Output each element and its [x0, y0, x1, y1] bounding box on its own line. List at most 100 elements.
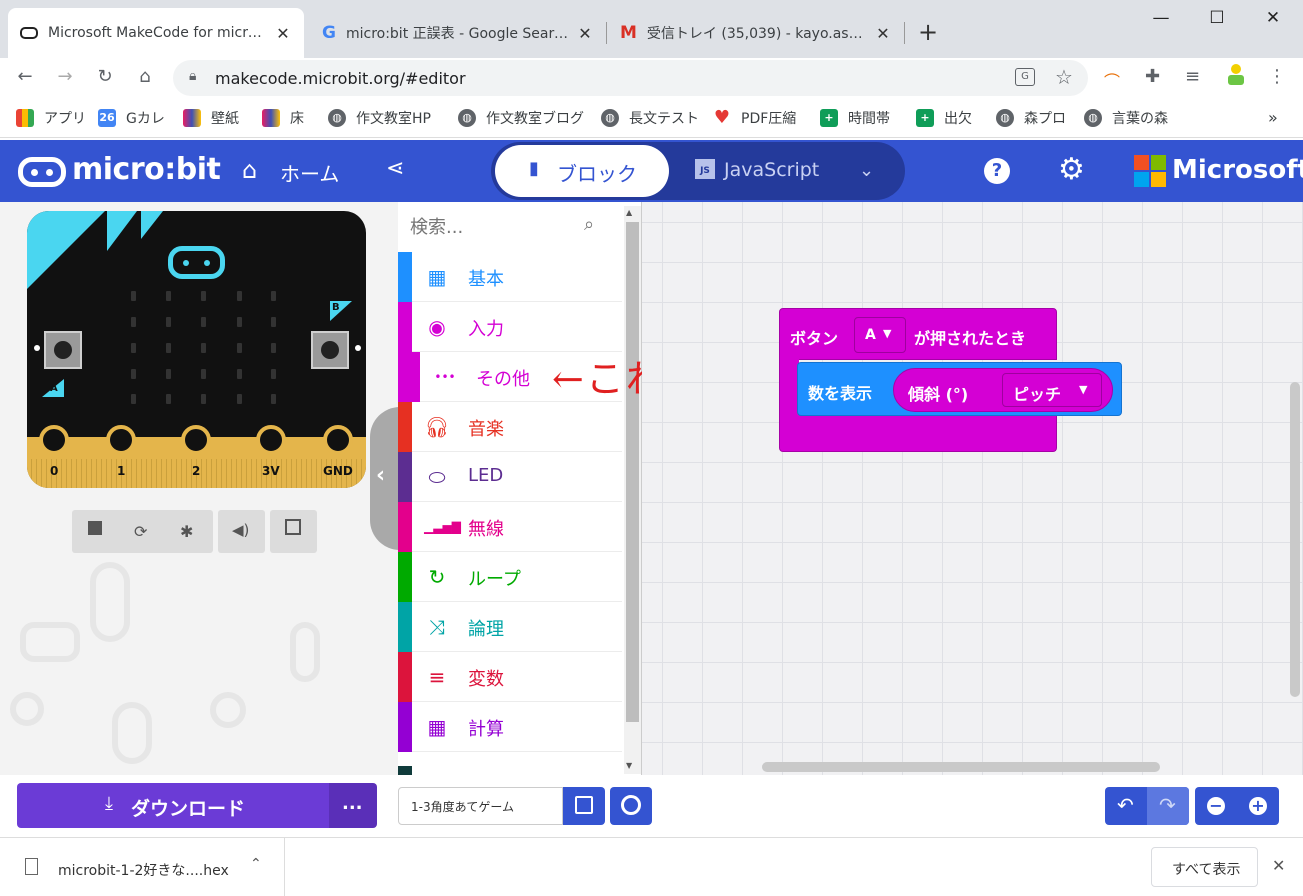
close-tab-icon[interactable]: ✕ — [576, 24, 594, 43]
bookmark-attendance[interactable]: + 出欠 — [916, 108, 972, 128]
microbit-logo-text[interactable]: micro:bit — [72, 152, 221, 187]
share-icon[interactable]: ⋖ — [386, 156, 404, 181]
category-grid[interactable]: ▦ 基本 — [398, 252, 622, 302]
download-button[interactable]: ⤓ ダウンロード — [17, 783, 329, 828]
bookmark-chobun-test[interactable]: ◍ 長文テスト — [601, 108, 699, 128]
led-pixel — [237, 369, 242, 379]
category-toggle[interactable]: ⬭ LED — [398, 452, 622, 502]
zoom-in-icon[interactable]: + — [1249, 797, 1267, 815]
bookmarks-overflow[interactable]: » — [1268, 108, 1278, 127]
restart-icon[interactable]: ⟳ — [134, 522, 147, 541]
bookmark-floor[interactable]: 床 — [262, 108, 304, 128]
board-corner-accent — [27, 211, 105, 289]
tab-javascript[interactable]: JS JavaScript — [671, 145, 851, 197]
blocks-workspace[interactable]: ボタン A ▼ が押されたとき 数を表示 傾斜 (°) ピッチ ▼ — [642, 202, 1303, 775]
button-dropdown[interactable]: A ▼ — [854, 317, 906, 353]
menu-kebab-icon[interactable]: ⋮ — [1268, 66, 1286, 87]
chevron-down-icon[interactable]: ⌄ — [859, 160, 874, 181]
back-icon[interactable]: ← — [12, 66, 38, 90]
tab-blocks[interactable]: ▮ ブロック — [495, 145, 669, 197]
extension-rainbow-icon[interactable]: ⌒ — [1104, 68, 1120, 92]
pin-3v[interactable] — [256, 425, 286, 455]
minimize-icon[interactable]: — — [1138, 8, 1184, 34]
bookmark-moripro[interactable]: ◍ 森プロ — [996, 108, 1066, 128]
show-all-button[interactable]: すべて表示 — [1151, 847, 1258, 887]
reload-icon[interactable]: ↻ — [92, 66, 118, 90]
forward-icon[interactable]: → — [52, 66, 78, 90]
undo-icon[interactable]: ↶ — [1117, 793, 1134, 817]
zoom-out-icon[interactable]: − — [1207, 797, 1225, 815]
rotation-dropdown[interactable]: ピッチ ▼ — [1002, 373, 1102, 407]
mute-button[interactable]: ◀︎) — [218, 510, 265, 553]
scroll-up-icon[interactable]: ▲ — [626, 208, 632, 217]
save-button[interactable] — [563, 787, 605, 825]
home-button[interactable]: ホーム — [280, 158, 339, 187]
tab-google[interactable]: G micro:bit 正誤表 - Google Search ✕ — [310, 8, 606, 58]
translate-icon[interactable]: G — [1015, 68, 1035, 86]
close-shelf-icon[interactable]: ✕ — [1272, 856, 1285, 875]
download-more-button[interactable]: ... — [329, 783, 377, 828]
bookmark-sakubun-blog[interactable]: ◍ 作文教室ブログ — [458, 108, 584, 128]
category-lines[interactable]: ≡ 変数 — [398, 652, 622, 702]
button-b[interactable] — [311, 331, 349, 369]
address-bar[interactable]: 🔒︎ makecode.microbit.org/#editor G ☆ — [173, 60, 1088, 96]
pin-0[interactable] — [39, 425, 69, 455]
workspace-h-scrollbar[interactable] — [762, 762, 1160, 772]
maximize-icon[interactable]: ☐ — [1194, 8, 1240, 34]
new-tab-icon[interactable]: + — [918, 18, 938, 46]
media-queue-icon[interactable]: ≡ — [1185, 66, 1200, 87]
toolbox-search[interactable]: ⌕ — [398, 202, 622, 252]
bookmark-wallpaper[interactable]: 壁紙 — [183, 108, 239, 128]
close-window-icon[interactable]: ✕ — [1250, 8, 1296, 34]
bookmark-kotoba[interactable]: ◍ 言葉の森 — [1084, 108, 1168, 128]
search-input[interactable] — [410, 212, 580, 242]
scroll-thumb[interactable] — [626, 222, 639, 722]
collapse-simulator-handle[interactable]: ‹ — [370, 407, 400, 550]
project-name-input[interactable] — [398, 787, 563, 825]
stop-icon[interactable] — [88, 521, 102, 535]
rotation-reporter[interactable]: 傾斜 (°) ピッチ ▼ — [893, 368, 1113, 412]
bookmark-gcal[interactable]: 26 Gカレ — [98, 108, 165, 128]
bookmark-timeband[interactable]: + 時間帯 — [820, 108, 890, 128]
scroll-down-icon[interactable]: ▼ — [626, 761, 632, 770]
category-target[interactable]: ◉ 入力 — [398, 302, 622, 352]
category-calculator[interactable]: ▦ 計算 — [398, 702, 622, 752]
led-pixel — [237, 394, 242, 404]
show-number-block[interactable]: 数を表示 傾斜 (°) ピッチ ▼ — [797, 362, 1122, 416]
pin-gnd[interactable] — [323, 425, 353, 455]
category-headphones[interactable]: 🎧︎ 音楽 — [398, 402, 622, 452]
debug-bug-icon[interactable]: ✱ — [180, 522, 193, 541]
pin-1[interactable] — [106, 425, 136, 455]
fullscreen-button[interactable] — [270, 510, 317, 553]
board-logo-icon[interactable] — [168, 246, 225, 279]
category-loop[interactable]: ↻ ループ — [398, 552, 622, 602]
tab-gmail[interactable]: M 受信トレイ (35,039) - kayo.asaoka@ ✕ — [608, 8, 904, 58]
on-button-pressed-block[interactable]: ボタン A ▼ が押されたとき — [779, 308, 1057, 360]
gear-icon[interactable]: ⚙ — [1058, 152, 1085, 187]
bookmark-apps[interactable]: アプリ — [16, 108, 86, 128]
bookmark-pdf[interactable]: ♥ PDF圧縮 — [713, 108, 796, 128]
toolbox-scrollbar[interactable]: ▲ ▼ — [624, 206, 641, 774]
button-a[interactable] — [44, 331, 82, 369]
redo-button[interactable]: ↷ — [1147, 787, 1189, 825]
github-button[interactable] — [610, 787, 652, 825]
workspace-v-scrollbar[interactable] — [1290, 382, 1300, 697]
extensions-puzzle-icon[interactable]: ✚ — [1145, 66, 1160, 87]
microsoft-brand[interactable]: Microsoft — [1172, 155, 1303, 185]
home-icon[interactable]: ⌂ — [242, 156, 257, 184]
caret-down-icon: ▼ — [1079, 383, 1088, 396]
search-icon[interactable]: ⌕ — [584, 214, 594, 235]
category-signal[interactable]: ▁▃▅▇ 無線 — [398, 502, 622, 552]
download-item[interactable]: microbit-1-2好きな....hex ⌃ — [0, 838, 285, 896]
pin-2[interactable] — [181, 425, 211, 455]
chevron-up-icon[interactable]: ⌃ — [250, 856, 262, 872]
star-icon[interactable]: ☆ — [1055, 65, 1073, 89]
close-tab-icon[interactable]: ✕ — [874, 24, 892, 43]
bookmark-sakubun-hp[interactable]: ◍ 作文教室HP — [328, 108, 431, 128]
home-icon[interactable]: ⌂ — [132, 66, 158, 90]
close-tab-icon[interactable]: ✕ — [274, 24, 292, 43]
profile-avatar-icon[interactable] — [1226, 64, 1246, 88]
help-icon[interactable]: ? — [984, 158, 1010, 184]
category-shuffle[interactable]: ⤨ 論理 — [398, 602, 622, 652]
tab-makecode[interactable]: Microsoft MakeCode for micro:bit ✕ — [8, 8, 304, 58]
